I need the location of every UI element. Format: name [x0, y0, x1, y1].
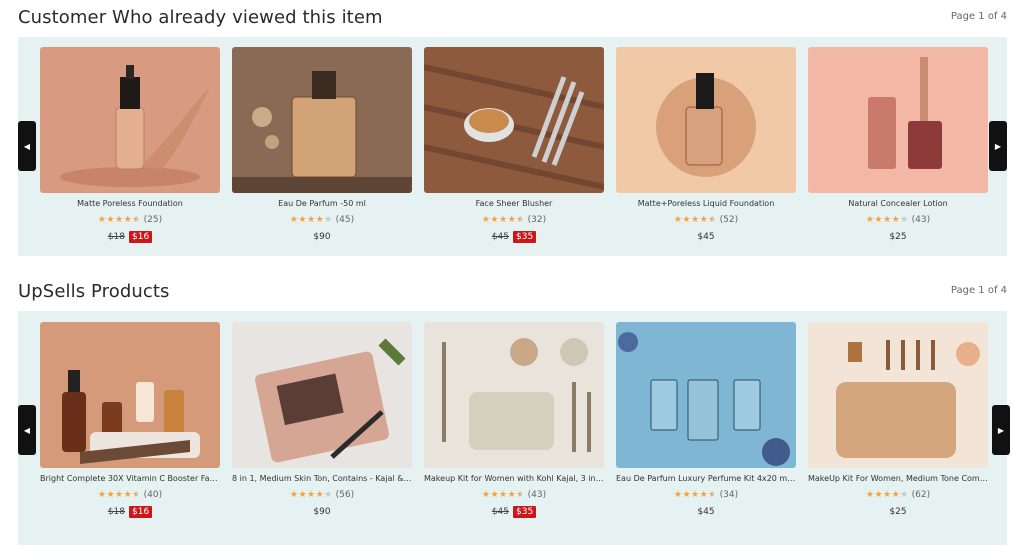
- section-title: Customer Who already viewed this item: [18, 7, 383, 28]
- product-card[interactable]: Eau De Parfum -50 ml ★★★★★ (45) $90: [232, 47, 412, 242]
- product-rating: ★★★★★ (40): [40, 490, 220, 500]
- sale-price-badge: $35: [513, 231, 537, 243]
- product-rating: ★★★★★ (52): [616, 215, 796, 225]
- product-name[interactable]: Makeup Kit for Women with Kohl Kajal, 3 …: [424, 474, 604, 483]
- sale-price-badge: $35: [513, 506, 537, 518]
- product-rating: ★★★★★ (56): [232, 490, 412, 500]
- star-rating-icon: ★★★★★: [865, 490, 909, 500]
- concealer-icon[interactable]: [808, 47, 988, 193]
- product-price: $25: [808, 232, 988, 242]
- product-row: Matte Poreless Foundation ★★★★★ (25) $18 $1…: [40, 47, 988, 243]
- viewed-section: Customer Who already viewed this item Pa…: [0, 0, 1024, 260]
- product-price: $18 $16: [40, 231, 220, 243]
- star-rating-icon: ★★★★★: [481, 215, 525, 225]
- product-card[interactable]: Matte+Poreless Liquid Foundation ★★★★★ (5…: [616, 47, 796, 242]
- product-card[interactable]: Matte Poreless Foundation ★★★★★ (25) $18 $1…: [40, 47, 220, 243]
- product-carousel: Matte Poreless Foundation ★★★★★ (25) $18 $1…: [18, 37, 1007, 256]
- product-price: $45 $35: [424, 231, 604, 243]
- makeup-bag-icon[interactable]: [232, 322, 412, 468]
- product-card[interactable]: Face Sheer Blusher ★★★★★ (32) $45 $35: [424, 47, 604, 243]
- star-rating-icon: ★★★★★: [481, 490, 525, 500]
- current-price: $25: [889, 507, 907, 517]
- product-price: $90: [232, 232, 412, 242]
- product-name[interactable]: 8 in 1, Medium Skin Ton, Contains - Kaja…: [232, 474, 412, 483]
- carousel-prev-button[interactable]: ◀: [18, 405, 36, 455]
- review-count: (56): [332, 490, 355, 500]
- product-card[interactable]: Natural Concealer Lotion ★★★★★ (43) $25: [808, 47, 988, 242]
- product-price: $18 $16: [40, 506, 220, 518]
- star-rating-icon: ★★★★★: [289, 490, 333, 500]
- current-price: $25: [889, 232, 907, 242]
- original-price: $18: [107, 507, 125, 517]
- review-count: (45): [332, 215, 355, 225]
- product-rating: ★★★★★ (25): [40, 215, 220, 225]
- page-indicator: Page 1 of 4: [950, 285, 1007, 296]
- product-name[interactable]: Eau De Parfum -50 ml: [232, 199, 412, 208]
- product-card[interactable]: 8 in 1, Medium Skin Ton, Contains - Kaja…: [232, 322, 412, 517]
- review-count: (40): [140, 490, 163, 500]
- product-price: $45 $35: [424, 506, 604, 518]
- upsells-section: UpSells Products Page 1 of 4 Bright Comp…: [0, 272, 1024, 558]
- review-count: (34): [716, 490, 739, 500]
- product-price: $25: [808, 507, 988, 517]
- product-card[interactable]: MakeUp Kit For Women, Medium Tone Comb..…: [808, 322, 988, 517]
- product-card[interactable]: Bright Complete 30X Vitamin C Booster Fa…: [40, 322, 220, 518]
- perfume-kit-icon[interactable]: [616, 322, 796, 468]
- product-price: $45: [616, 232, 796, 242]
- serum-bottles-icon[interactable]: [40, 322, 220, 468]
- original-price: $18: [107, 232, 125, 242]
- star-rating-icon: ★★★★★: [97, 215, 141, 225]
- star-rating-icon: ★★★★★: [97, 490, 141, 500]
- review-count: (25): [140, 215, 163, 225]
- blush-powder-icon[interactable]: [424, 47, 604, 193]
- current-price: $90: [313, 232, 331, 242]
- carousel-next-button[interactable]: ▶: [992, 405, 1010, 455]
- star-rating-icon: ★★★★★: [673, 215, 717, 225]
- current-price: $45: [697, 507, 715, 517]
- product-name[interactable]: Eau De Parfum Luxury Perfume Kit 4x20 ml…: [616, 474, 796, 483]
- product-name[interactable]: Natural Concealer Lotion: [808, 199, 988, 208]
- product-name[interactable]: Matte+Poreless Liquid Foundation: [616, 199, 796, 208]
- current-price: $45: [697, 232, 715, 242]
- review-count: (43): [524, 490, 547, 500]
- product-rating: ★★★★★ (45): [232, 215, 412, 225]
- sale-price-badge: $16: [129, 231, 153, 243]
- foundation-bottle-icon[interactable]: [40, 47, 220, 193]
- product-rating: ★★★★★ (32): [424, 215, 604, 225]
- review-count: (62): [908, 490, 931, 500]
- sale-price-badge: $16: [129, 506, 153, 518]
- section-title: UpSells Products: [18, 281, 170, 302]
- review-count: (32): [524, 215, 547, 225]
- pouch-kit-icon[interactable]: [808, 322, 988, 468]
- review-count: (52): [716, 215, 739, 225]
- star-rating-icon: ★★★★★: [673, 490, 717, 500]
- product-name[interactable]: MakeUp Kit For Women, Medium Tone Comb..…: [808, 474, 988, 483]
- product-row: Bright Complete 30X Vitamin C Booster Fa…: [40, 322, 988, 518]
- star-rating-icon: ★★★★★: [865, 215, 909, 225]
- current-price: $90: [313, 507, 331, 517]
- product-card[interactable]: Makeup Kit for Women with Kohl Kajal, 3 …: [424, 322, 604, 518]
- product-card[interactable]: Eau De Parfum Luxury Perfume Kit 4x20 ml…: [616, 322, 796, 517]
- makeup-kit-icon[interactable]: [424, 322, 604, 468]
- carousel-next-button[interactable]: ▶: [989, 121, 1007, 171]
- original-price: $45: [491, 232, 509, 242]
- product-name[interactable]: Matte Poreless Foundation: [40, 199, 220, 208]
- page-indicator: Page 1 of 4: [950, 11, 1007, 22]
- product-rating: ★★★★★ (34): [616, 490, 796, 500]
- product-name[interactable]: Bright Complete 30X Vitamin C Booster Fa…: [40, 474, 220, 483]
- product-rating: ★★★★★ (62): [808, 490, 988, 500]
- review-count: (43): [908, 215, 931, 225]
- product-price: $45: [616, 507, 796, 517]
- product-carousel: Bright Complete 30X Vitamin C Booster Fa…: [18, 311, 1007, 545]
- perfume-bottle-icon[interactable]: [232, 47, 412, 193]
- original-price: $45: [491, 507, 509, 517]
- product-price: $90: [232, 507, 412, 517]
- carousel-prev-button[interactable]: ◀: [18, 121, 36, 171]
- product-rating: ★★★★★ (43): [808, 215, 988, 225]
- product-name[interactable]: Face Sheer Blusher: [424, 199, 604, 208]
- product-rating: ★★★★★ (43): [424, 490, 604, 500]
- liquid-foundation-icon[interactable]: [616, 47, 796, 193]
- star-rating-icon: ★★★★★: [289, 215, 333, 225]
